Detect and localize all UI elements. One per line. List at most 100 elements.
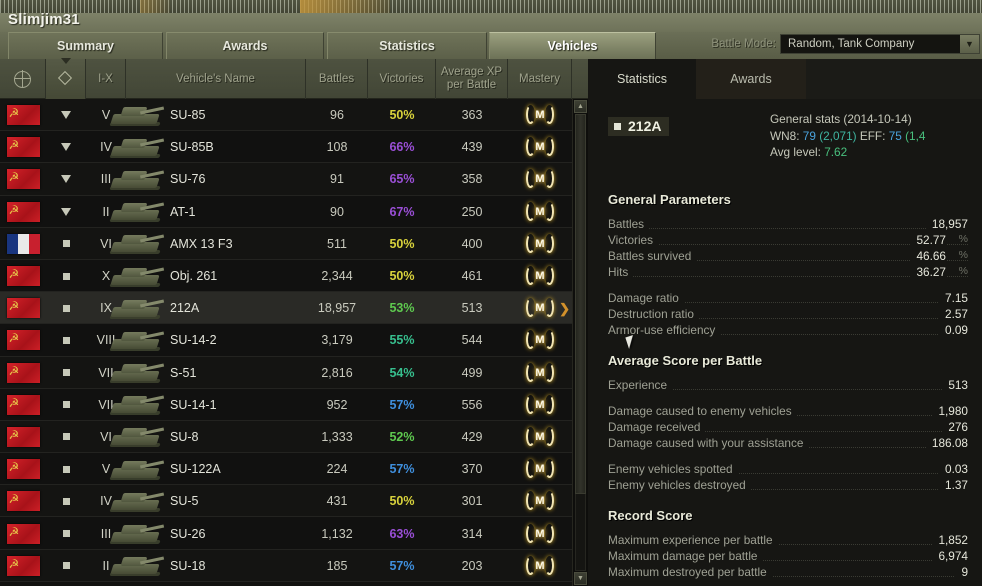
- cell-vehicle-name: SU-14-1: [170, 397, 217, 412]
- cell-battles: 2,344: [321, 269, 353, 284]
- cell-average-xp: 363: [461, 108, 483, 123]
- table-row[interactable]: IIAT-19067%250M: [0, 195, 572, 228]
- main-tab-awards[interactable]: Awards: [166, 32, 324, 59]
- table-row[interactable]: IVSU-85B10866%439M: [0, 131, 572, 164]
- table-row[interactable]: VSU-859650%363M: [0, 99, 572, 132]
- cell-class: [46, 260, 86, 292]
- cell-vehicle-icon: [104, 292, 170, 324]
- stat-value: 276: [942, 420, 968, 434]
- table-row[interactable]: VIIS-512,81654%499M: [0, 356, 572, 389]
- column-header-label: Victories: [379, 72, 424, 85]
- vehicle-class-td-icon: [61, 207, 71, 216]
- stat-value: 1,980: [932, 404, 968, 418]
- panel-tab-statistics[interactable]: Statistics: [588, 59, 696, 99]
- mastery-badge-icon: M: [525, 135, 555, 159]
- section-title-general-parameters: General Parameters: [608, 192, 731, 207]
- panel-tab-awards[interactable]: Awards: [696, 59, 806, 99]
- mastery-badge-icon: M: [525, 264, 555, 288]
- vehicle-class-td-icon: [61, 111, 71, 120]
- vehicle-thumbnail-icon: [106, 358, 168, 387]
- stat-label: Victories: [608, 233, 659, 247]
- vehicle-class-spg-icon: [62, 433, 70, 441]
- table-row[interactable]: VI AMX 13 F3 511 50% 400 M: [0, 227, 572, 260]
- column-header-avg_xp[interactable]: Average XP per Battle: [436, 59, 508, 99]
- cell-class: [46, 517, 86, 549]
- stat-label: Experience: [608, 378, 673, 392]
- table-row[interactable]: XObj. 2612,34450%461M: [0, 259, 572, 293]
- cell-mastery: M: [508, 99, 572, 131]
- vehicle-thumbnail-icon: [106, 519, 168, 548]
- stat-value: 1.37: [939, 478, 968, 492]
- vehicle-thumbnail-icon: [106, 422, 168, 451]
- vehicle-class-spg-icon: [62, 240, 70, 248]
- stat-unit: %: [958, 265, 968, 277]
- sort-caret-icon: [60, 58, 71, 64]
- mastery-badge-icon: M: [525, 489, 555, 513]
- cell-battles: 90: [330, 204, 344, 219]
- table-row[interactable]: VSU-122A22457%370M: [0, 453, 572, 486]
- stat-row: Damage caused with your assistance 186.08: [608, 436, 968, 452]
- table-row[interactable]: VISU-81,33352%429M: [0, 420, 572, 454]
- cell-vehicle-icon: [104, 485, 170, 517]
- column-header-battles[interactable]: Battles: [306, 59, 368, 99]
- column-header-name[interactable]: Vehicle's Name: [126, 59, 306, 99]
- column-header-mastery[interactable]: Mastery: [508, 59, 572, 99]
- cell-average-xp: 513: [461, 301, 483, 316]
- stat-row: Destruction ratio 2.57: [608, 307, 968, 323]
- stat-row: Enemy vehicles spotted 0.03: [608, 462, 968, 478]
- cell-victories: 65%: [389, 172, 415, 187]
- chevron-down-icon[interactable]: ▼: [960, 35, 979, 53]
- cell-mastery: M: [508, 260, 572, 292]
- table-row[interactable]: VIIISU-14-23,17955%544M: [0, 324, 572, 357]
- vehicle-class-spg-icon: [62, 336, 70, 344]
- vehicle-class-spg-icon: [62, 465, 70, 473]
- table-row[interactable]: IISU-1818557%203M: [0, 549, 572, 582]
- cell-vehicle-name: SU-122A: [170, 462, 221, 477]
- wn8-label: WN8:: [770, 128, 800, 143]
- main-tab-statistics[interactable]: Statistics: [327, 32, 487, 59]
- main-tab-label: Awards: [222, 39, 268, 53]
- battle-mode-dropdown[interactable]: Random, Tank Company ▼: [780, 34, 980, 54]
- nation-flag-ussr: [6, 491, 40, 512]
- table-row[interactable]: IX212A18,95753%513M❯: [0, 292, 572, 325]
- nation-flag-ussr: [6, 298, 40, 319]
- table-row[interactable]: IIISU-261,13263%314M: [0, 517, 572, 550]
- scroll-up-button[interactable]: ▲: [574, 100, 587, 113]
- cell-nation: [0, 260, 46, 292]
- nation-flag-ussr: [6, 394, 40, 415]
- table-row[interactable]: VIISU-14-195257%556M: [0, 388, 572, 421]
- table-row[interactable]: IVSU-543150%301M: [0, 485, 572, 518]
- stat-value: 46.66: [910, 249, 946, 263]
- vehicle-class-spg-icon: [62, 401, 70, 409]
- cell-vehicle-name: SU-18: [170, 558, 206, 573]
- column-header-nation[interactable]: [0, 59, 46, 99]
- stat-value: 9: [955, 565, 968, 579]
- cell-vehicle-name: SU-85: [170, 108, 206, 123]
- scroll-down-button[interactable]: ▼: [574, 572, 587, 585]
- stat-row: Maximum experience per battle 1,852: [608, 533, 968, 549]
- scrollbar-thumb[interactable]: [575, 114, 586, 494]
- stat-value: 52.77: [910, 233, 946, 247]
- table-body: VSU-859650%363MIVSU-85B10866%439MIIISU-7…: [0, 99, 588, 586]
- column-header-tier[interactable]: I-X: [86, 59, 126, 99]
- stat-row: Maximum damage per battle 6,974: [608, 549, 968, 565]
- cell-class: [46, 550, 86, 582]
- table-scrollbar[interactable]: ▲ ▼: [572, 99, 588, 586]
- cell-battles: 91: [330, 172, 344, 187]
- column-header-class[interactable]: [46, 58, 86, 99]
- main-tab-label: Statistics: [379, 39, 435, 53]
- column-header-victories[interactable]: Victories: [368, 59, 436, 99]
- table-row[interactable]: IIISU-769165%358M: [0, 163, 572, 196]
- main-tab-vehicles[interactable]: Vehicles: [489, 32, 656, 59]
- cell-battles: 224: [326, 462, 348, 477]
- cell-average-xp: 314: [461, 526, 483, 541]
- main-tab-summary[interactable]: Summary: [8, 32, 163, 59]
- nation-flag-france: [6, 233, 40, 254]
- cell-battles: 108: [326, 140, 348, 155]
- stat-unit: %: [958, 233, 968, 245]
- stat-label: Battles: [608, 217, 650, 231]
- row-expand-chevron-icon[interactable]: ❯: [559, 301, 570, 317]
- cell-mastery: M: [508, 228, 572, 260]
- cell-victories: 57%: [389, 397, 415, 412]
- vehicle-thumbnail-icon: [106, 165, 168, 194]
